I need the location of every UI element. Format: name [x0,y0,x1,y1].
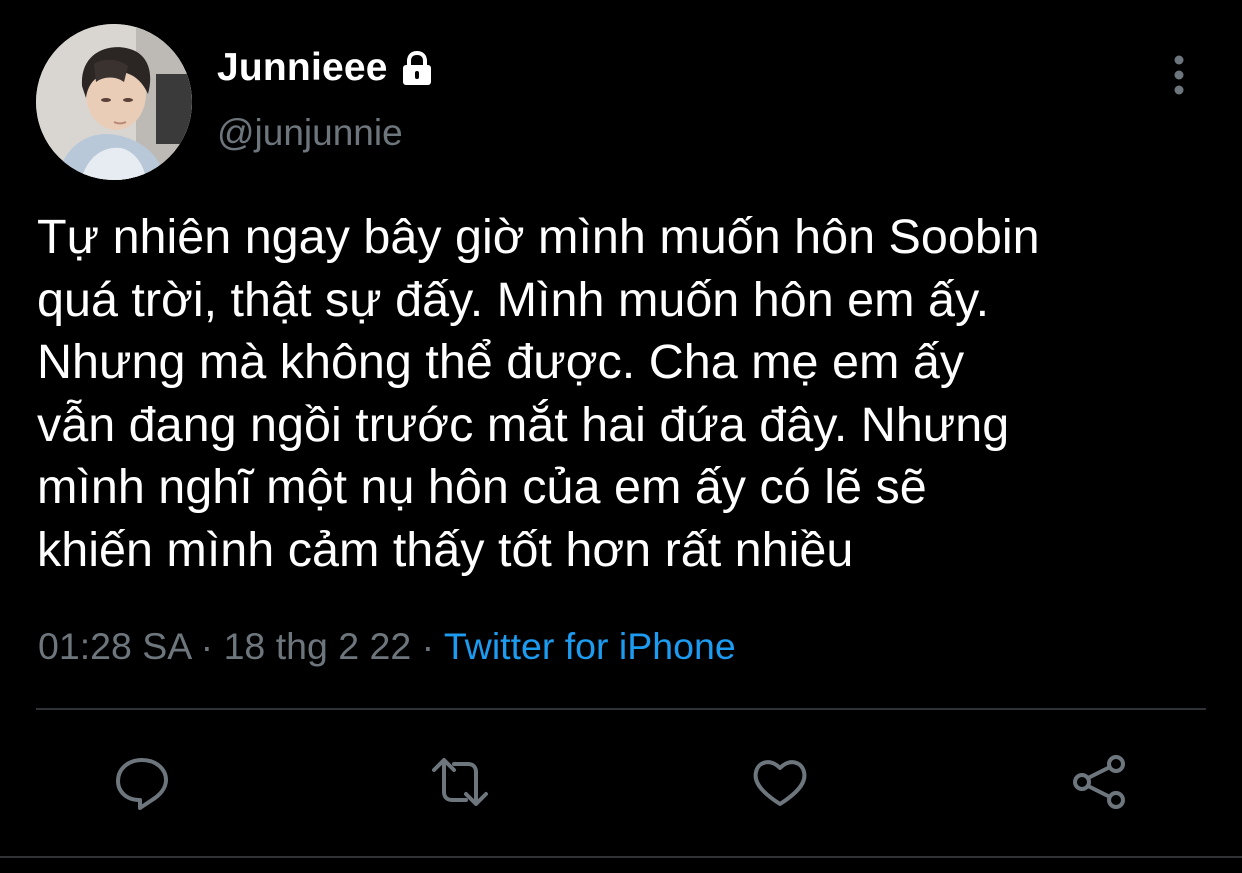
profile-photo [36,24,192,180]
tweet-time[interactable]: 01:28 SA [38,625,190,667]
author-handle[interactable]: @junjunnie [217,112,403,154]
avatar[interactable] [36,24,192,180]
tweet-line: vẫn đang ngồi trước mắt hai đứa đây. Như… [37,397,1010,452]
meta-separator: · [200,625,214,667]
lock-icon [398,49,436,87]
divider [0,856,1242,858]
tweet-text: Tự nhiên ngay bây giờ mình muốn hôn Soob… [37,206,1217,581]
tweet-line: khiến mình cảm thấy tốt hơn rất nhiều [37,522,854,577]
reply-button[interactable] [112,752,172,812]
tweet-date[interactable]: 18 thg 2 22 [224,625,412,667]
divider [36,708,1206,710]
tweet-line: Nhưng mà không thể được. Cha mẹ em ấy [37,335,965,389]
like-icon [753,760,807,806]
tweet-source-link[interactable]: Twitter for iPhone [444,625,736,667]
tweet-line: Tự nhiên ngay bây giờ mình muốn hôn Soob… [37,210,1040,264]
more-vertical-icon[interactable] [1166,54,1192,96]
author-name-row: Junnieee [217,44,436,92]
retweet-button[interactable] [430,752,490,812]
tweet-line: mình nghĩ một nụ hôn của em ấy có lẽ sẽ [37,460,927,514]
share-icon [1073,755,1125,809]
display-name[interactable]: Junnieee [217,46,388,90]
tweet-line: quá trời, thật sự đấy. Mình muốn hôn em … [37,272,990,327]
like-button[interactable] [750,752,810,812]
retweet-icon [432,758,488,806]
tweet-metadata: 01:28 SA · 18 thg 2 22 · Twitter for iPh… [38,625,736,668]
reply-icon [116,758,168,810]
share-button[interactable] [1070,752,1130,812]
meta-separator: · [421,625,435,667]
